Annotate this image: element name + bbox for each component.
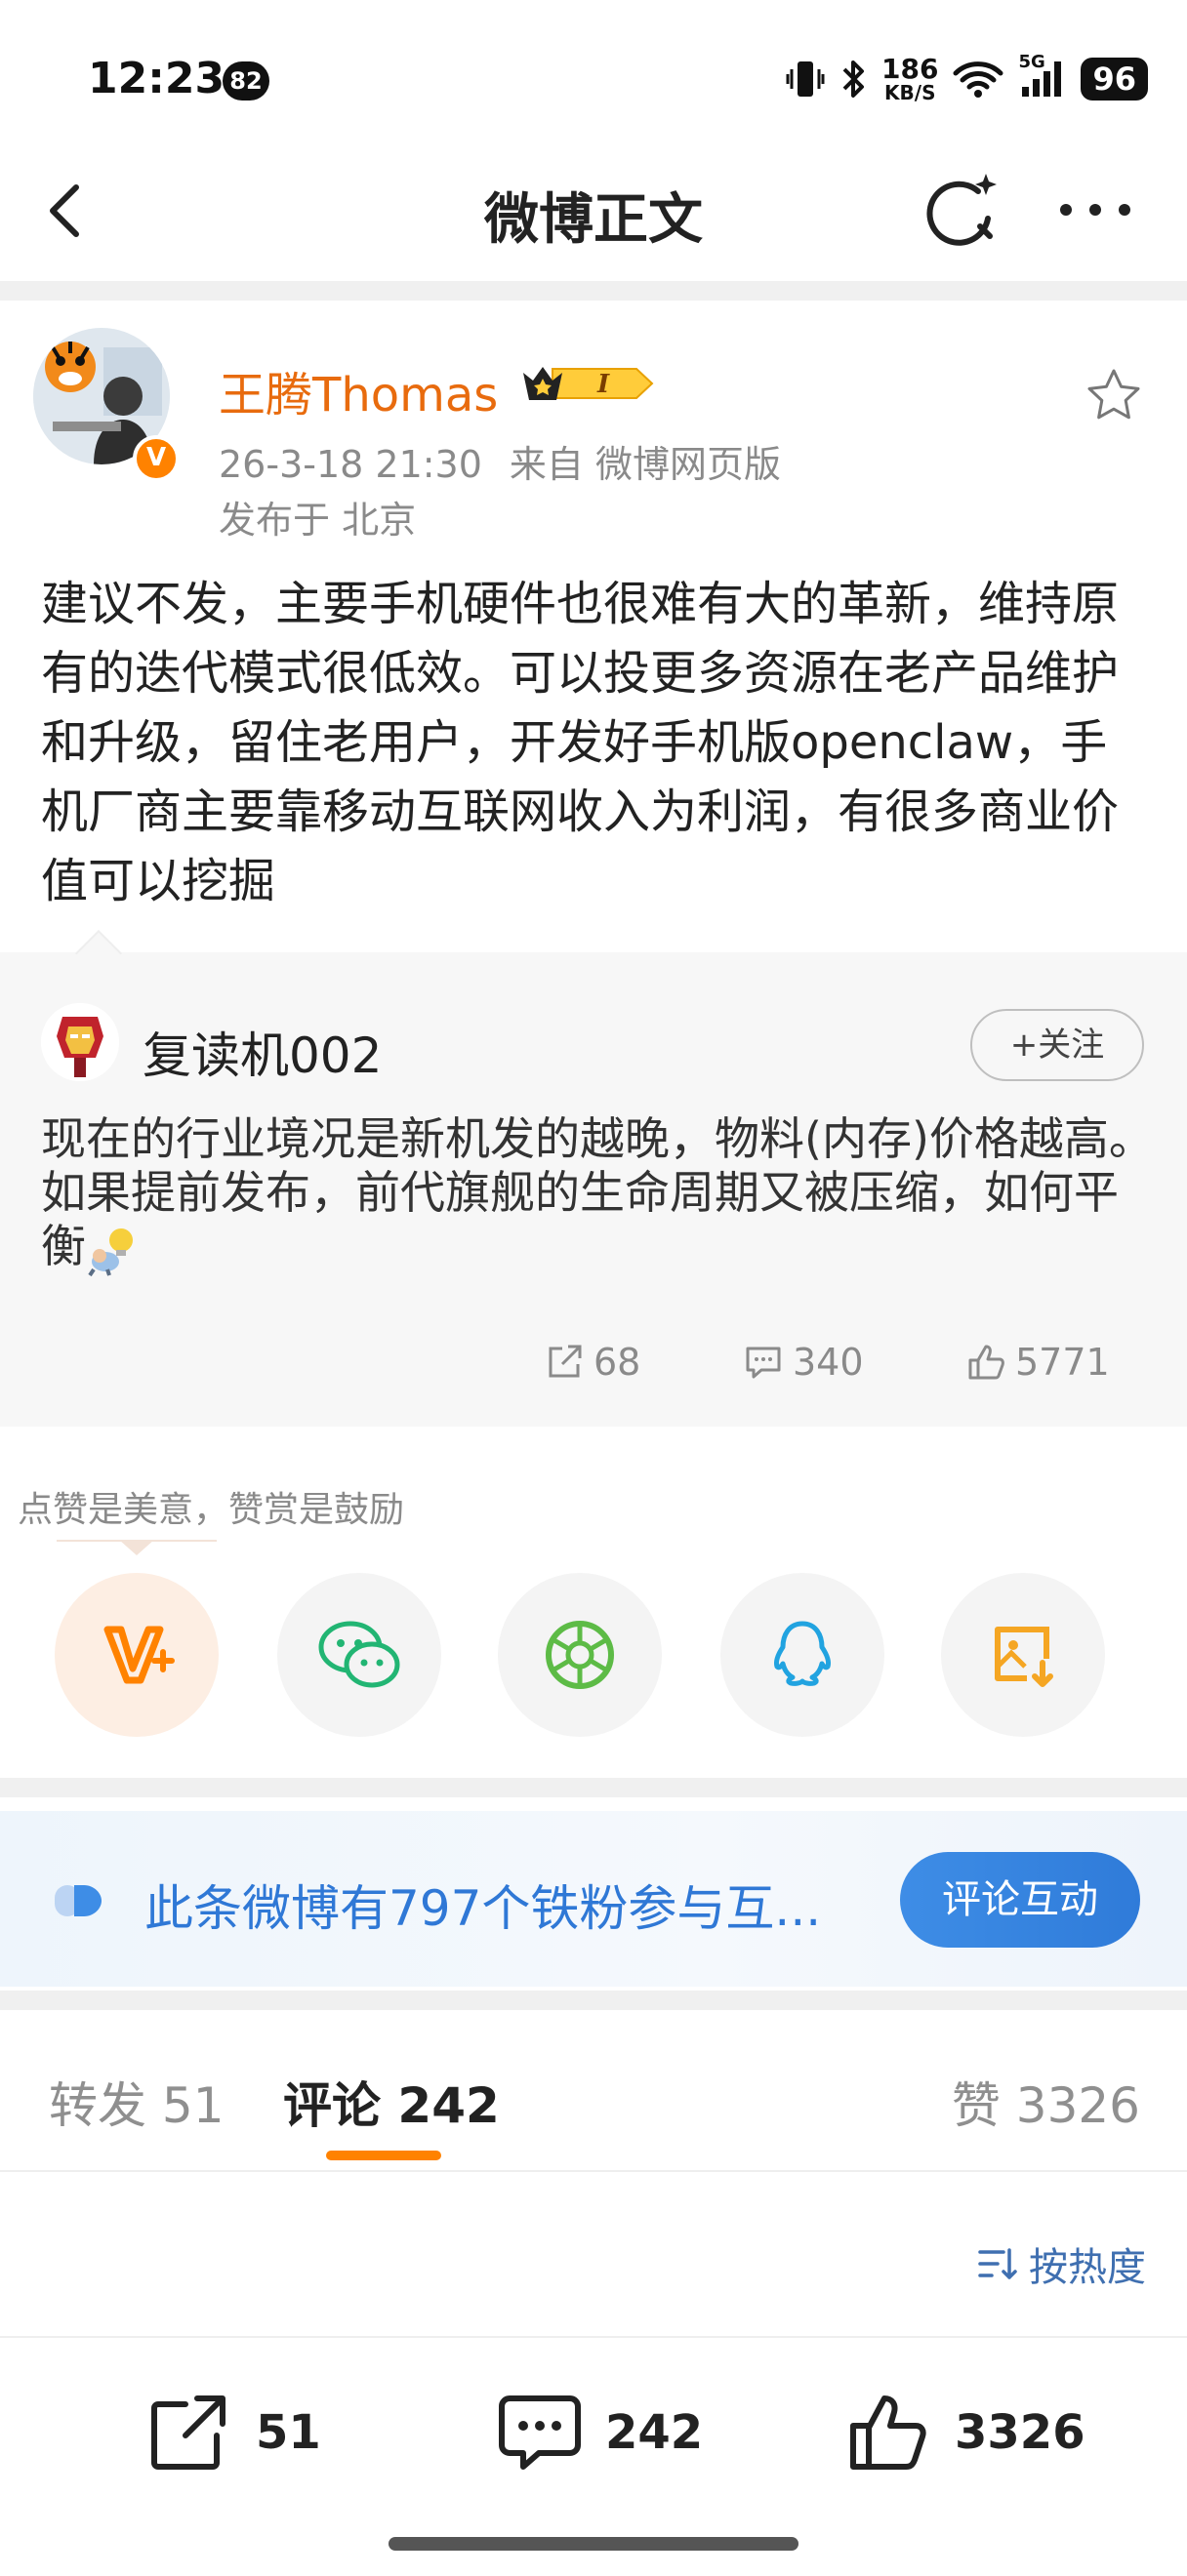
wifi-icon	[952, 58, 1004, 101]
thumbs-up-icon	[850, 2395, 926, 2470]
comment-text-content: 现在的行业境况是新机发的越晚，物料(内存)价格越高。如果提前发布，前代旗舰的生命…	[41, 1112, 1154, 1272]
nav-bar: 微博正文	[0, 146, 1187, 283]
comment-like-stat[interactable]: 5771	[964, 1333, 1110, 1391]
sort-by-heat-button[interactable]: 按热度	[976, 2236, 1146, 2291]
favorite-button[interactable]	[1084, 365, 1144, 425]
bluetooth-icon	[839, 58, 868, 101]
more-button[interactable]	[1046, 176, 1144, 244]
refresh-sparkle-icon	[926, 174, 997, 246]
crown-vip-icon: I	[523, 367, 654, 400]
tab-reposts[interactable]: 转发 51	[49, 2067, 225, 2137]
post-source: 来自 微博网页版	[509, 443, 781, 486]
share-moments-button[interactable]	[498, 1573, 662, 1737]
vibrate-icon	[786, 58, 825, 101]
comment-text: 现在的行业境况是新机发的越晚，物料(内存)价格越高。如果提前发布，前代旗舰的生命…	[41, 1112, 1154, 1277]
repost-action[interactable]: 51	[146, 2389, 321, 2476]
section-divider	[0, 1778, 1187, 1797]
verified-badge: V	[133, 435, 180, 482]
refresh-button[interactable]	[918, 166, 1005, 254]
comment-repost-stat[interactable]: 68	[543, 1333, 640, 1391]
home-indicator[interactable]	[389, 2537, 798, 2551]
commenter-name[interactable]: 复读机002	[143, 1017, 382, 1087]
author-name[interactable]: 王腾Thomas	[219, 356, 498, 424]
sort-icon	[978, 2248, 1017, 2279]
share-wechat-button[interactable]	[277, 1573, 441, 1737]
battery-level: 96	[1081, 58, 1148, 101]
comment-interact-button[interactable]: 评论互动	[900, 1852, 1140, 1948]
network-speed: 186 KB/S	[881, 53, 939, 104]
share-qq-button[interactable]	[720, 1573, 884, 1737]
post-body: 建议不发，主要手机硬件也很难有大的革新，维持原有的迭代模式很低效。可以投更多资源…	[41, 577, 1120, 908]
v-plus-icon	[103, 1626, 175, 1684]
share-arrow-icon	[151, 2395, 225, 2470]
ironman-avatar-image	[41, 1003, 119, 1081]
tab-divider	[0, 2170, 1187, 2172]
section-divider	[0, 281, 1187, 301]
section-divider	[0, 1991, 1187, 2010]
thumbs-up-icon	[968, 1345, 1004, 1380]
moments-aperture-icon	[546, 1621, 614, 1689]
sort-label: 按热度	[1029, 2245, 1146, 2290]
status-time: 12:23	[88, 54, 225, 103]
vip-level-text: I	[596, 370, 610, 399]
banner-text: 此条微博有797个铁粉参与互...	[144, 1880, 822, 1937]
repost-count: 68	[594, 1341, 641, 1384]
hint-caret-icon	[119, 1540, 154, 1557]
post-location: 发布于 北京	[219, 499, 417, 542]
vip-badge[interactable]: I	[519, 359, 656, 408]
tab-comments[interactable]: 评论 242	[283, 2067, 500, 2137]
comment-reply-stat[interactable]: 340	[742, 1333, 864, 1391]
fans-icon	[53, 1881, 115, 1920]
post-timestamp: 26-3-18 21:30	[219, 443, 482, 486]
reply-count: 340	[793, 1341, 864, 1384]
doge-lightbulb-emoji-icon	[86, 1223, 141, 1277]
page-title: 微博正文	[484, 188, 703, 252]
tab-likes[interactable]: 赞 3326	[952, 2067, 1140, 2137]
notification-count-badge: 82	[223, 61, 269, 101]
status-icons: 186 KB/S 5G 96	[786, 52, 1148, 104]
repost-icon	[549, 1345, 582, 1378]
star-icon	[1087, 369, 1140, 420]
qq-penguin-icon	[774, 1621, 831, 1686]
more-dots-icon	[1060, 204, 1130, 216]
comment-count: 242	[605, 2405, 704, 2460]
like-count: 5771	[1015, 1341, 1110, 1384]
share-weibo-vplus-button[interactable]	[55, 1573, 219, 1737]
active-tab-indicator	[326, 2151, 441, 2160]
comment-action[interactable]: 242	[496, 2389, 703, 2476]
like-action[interactable]: 3326	[845, 2389, 1085, 2476]
repost-count: 51	[256, 2405, 321, 2460]
share-hint: 点赞是美意，赞赏是鼓励	[18, 1490, 405, 1530]
follow-button[interactable]: +关注	[970, 1009, 1144, 1081]
comment-bubble-icon	[499, 2395, 581, 2470]
post-meta: 26-3-18 21:30 来自 微博网页版	[219, 434, 781, 488]
wechat-icon	[318, 1621, 400, 1688]
commenter-avatar[interactable]	[41, 1003, 119, 1081]
status-bar: 12:23 82 186 KB/S 5G 96	[0, 0, 1187, 146]
comment-icon	[746, 1347, 781, 1379]
save-image-button[interactable]	[941, 1573, 1105, 1737]
save-image-icon	[995, 1627, 1053, 1687]
like-count: 3326	[955, 2405, 1085, 2460]
cellular-signal-icon: 5G	[1018, 52, 1067, 101]
bottom-bar-divider	[0, 2336, 1187, 2338]
